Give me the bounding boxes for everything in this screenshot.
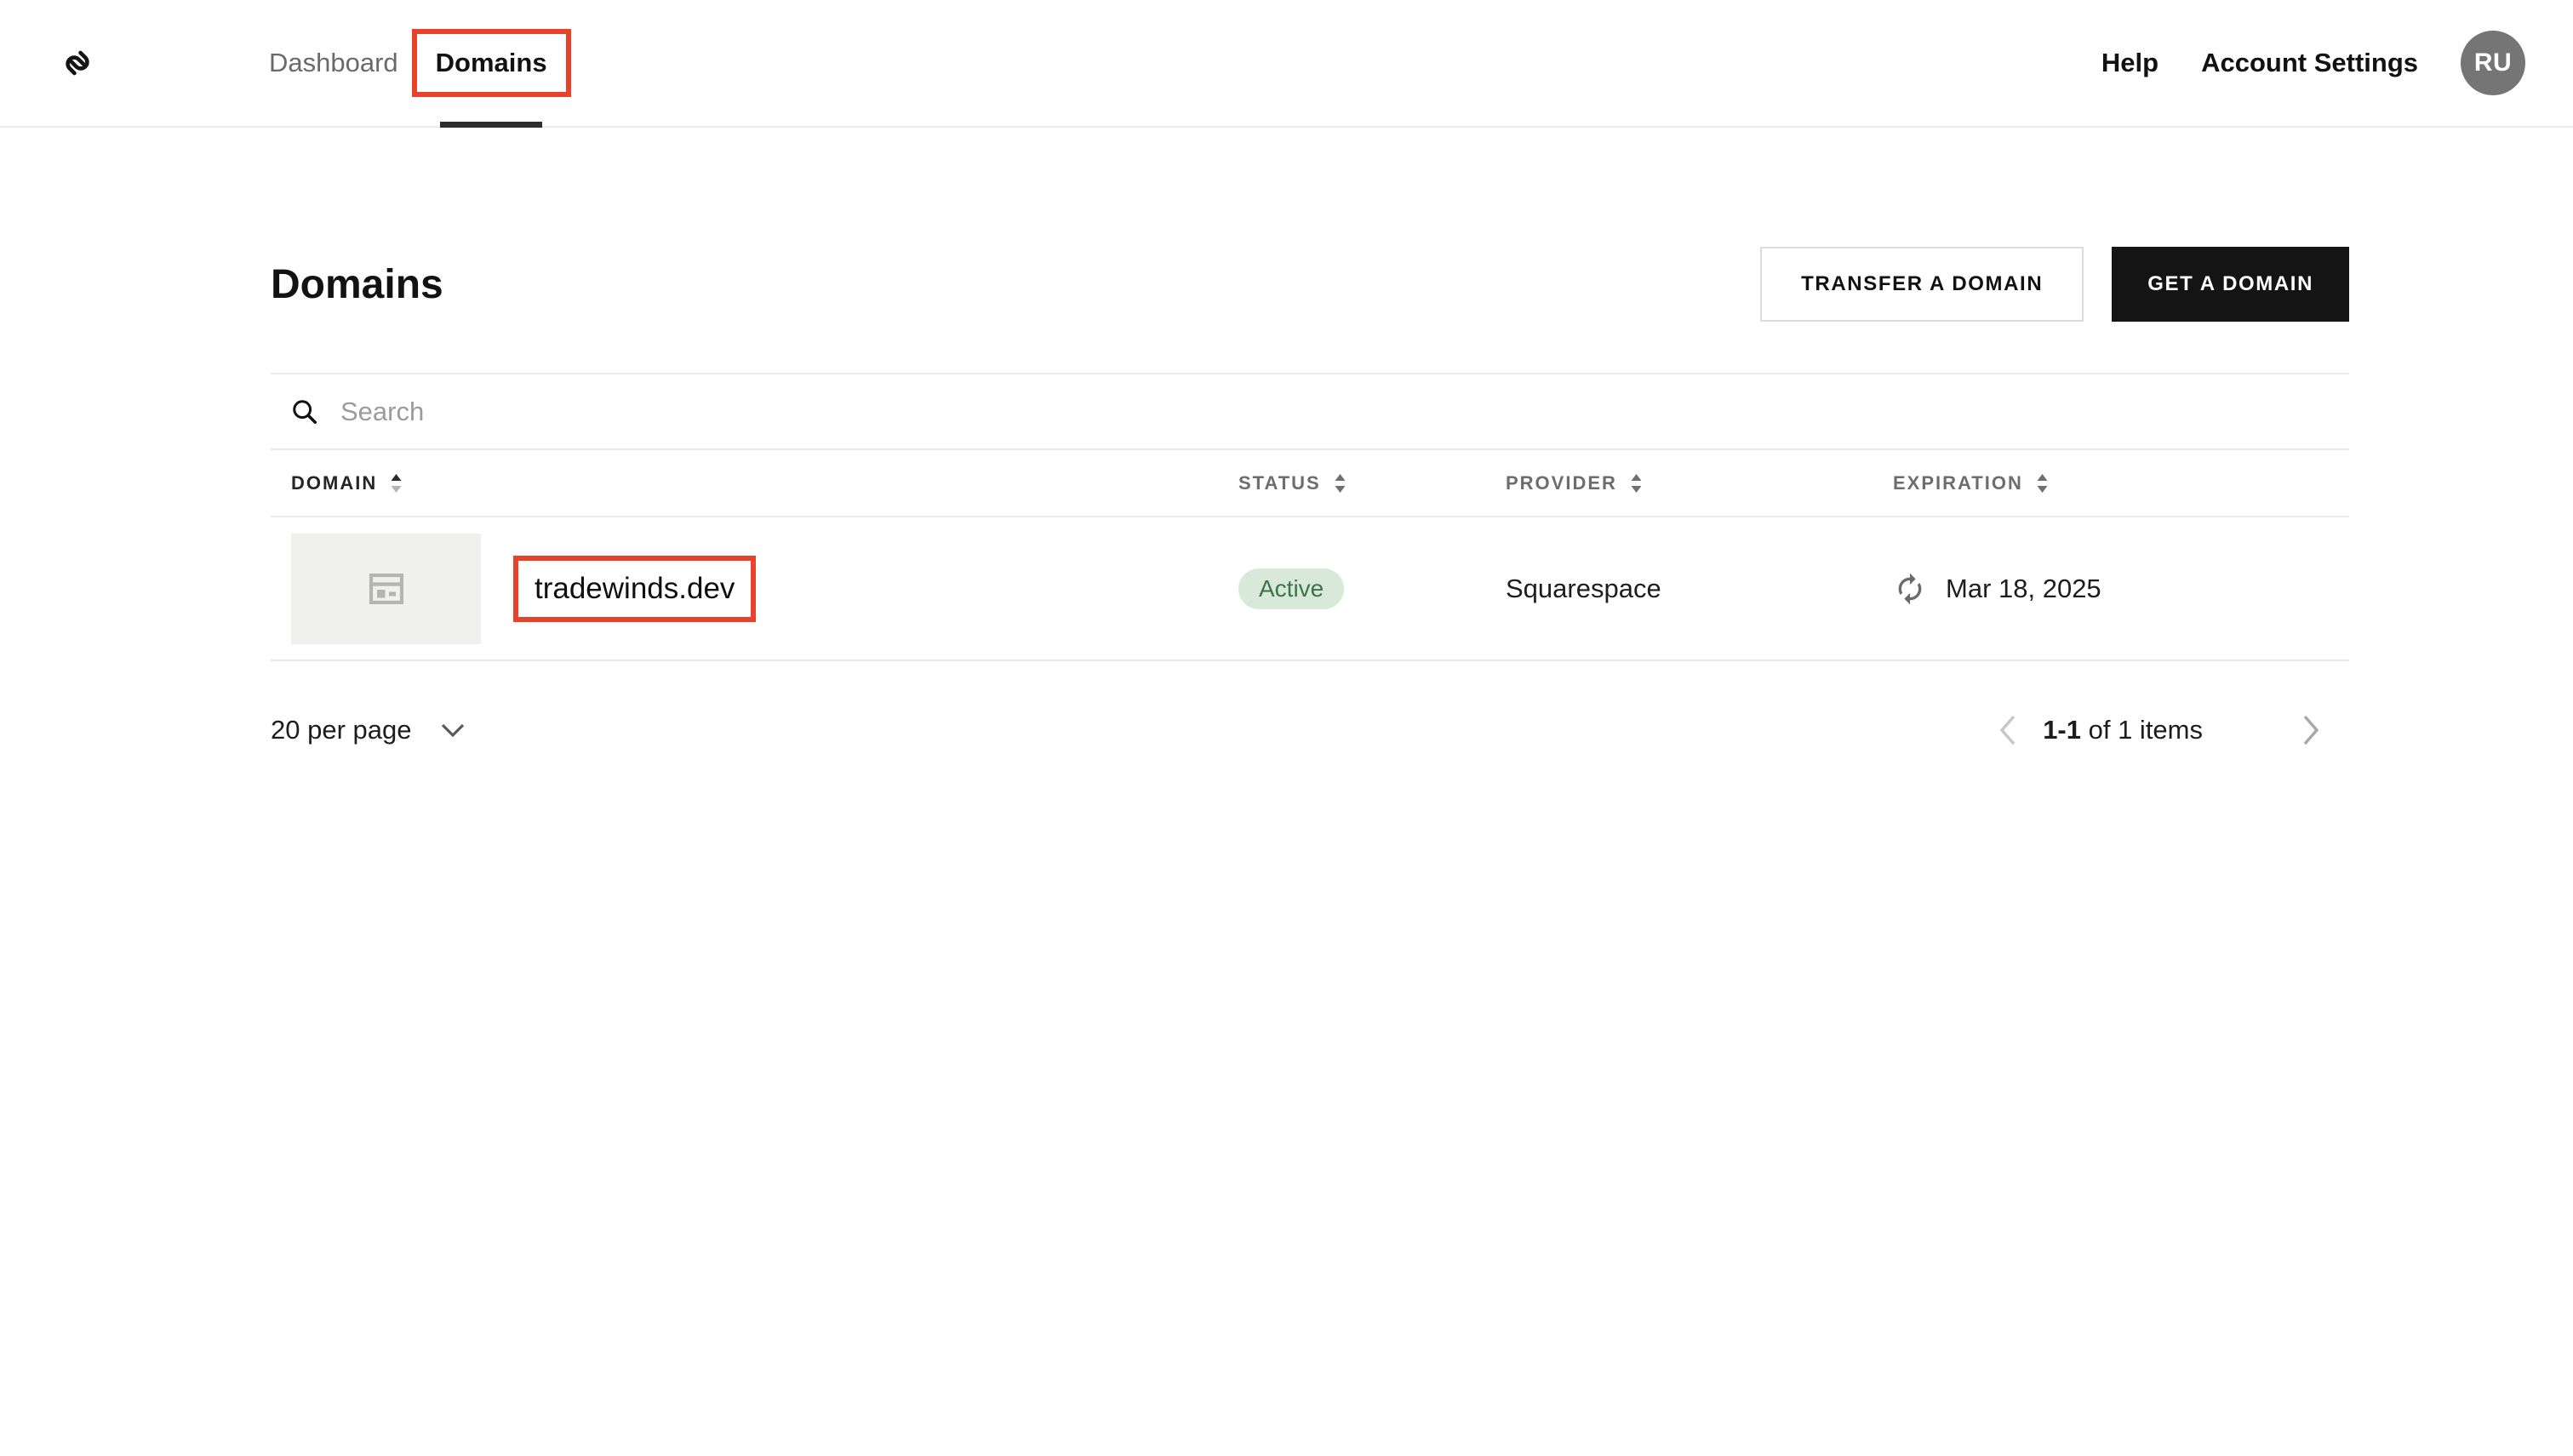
active-tab-underline — [440, 122, 543, 128]
provider-cell: Squarespace — [1506, 573, 1661, 603]
column-label-expiration: EXPIRATION — [1893, 471, 2023, 494]
pagination-range: 1-1 of 1 items — [2043, 715, 2203, 745]
annotation-box-domains-nav: Domains — [411, 29, 571, 97]
domain-link[interactable]: tradewinds.dev — [513, 555, 757, 622]
page-title: Domains — [271, 261, 443, 307]
column-header-status[interactable]: STATUS — [1238, 471, 1506, 495]
chevron-down-icon — [442, 723, 465, 738]
chevron-right-icon — [2303, 715, 2319, 745]
get-domain-button[interactable]: GET A DOMAIN — [2112, 247, 2349, 322]
sort-icon — [2037, 473, 2048, 493]
top-bar-right: Help Account Settings RU — [2101, 31, 2525, 95]
table-header: DOMAIN STATUS PROVIDER EXPIRATION — [271, 450, 2349, 517]
domain-name-text: tradewinds.dev — [535, 571, 735, 605]
next-page-button[interactable] — [2301, 713, 2320, 747]
pagination-range-current: 1-1 — [2043, 715, 2081, 745]
search-bar — [271, 373, 2349, 450]
squarespace-logo-glyph — [66, 50, 89, 76]
column-label-status: STATUS — [1238, 471, 1321, 494]
status-cell: Active — [1238, 568, 1506, 609]
site-thumbnail[interactable] — [291, 533, 481, 644]
search-icon — [291, 398, 318, 425]
per-page-selector[interactable]: 20 per page — [271, 715, 466, 745]
previous-page-button[interactable] — [1998, 713, 2017, 747]
search-input[interactable] — [340, 396, 1362, 427]
nav-domains-label: Domains — [435, 48, 547, 77]
table-row[interactable]: tradewinds.dev Active Squarespace Mar 18… — [271, 517, 2349, 661]
domain-cell: tradewinds.dev — [271, 533, 1238, 644]
account-settings-link[interactable]: Account Settings — [2201, 48, 2418, 78]
pagination-range-suffix: of 1 items — [2081, 715, 2203, 745]
avatar[interactable]: RU — [2461, 31, 2525, 95]
avatar-initials: RU — [2473, 49, 2513, 77]
nav-item-domains[interactable]: Domains — [411, 0, 571, 128]
auto-renew-icon — [1898, 573, 1922, 604]
pagination: 1-1 of 1 items — [1998, 713, 2320, 747]
domains-page: Domains TRANSFER A DOMAIN GET A DOMAIN D… — [271, 247, 2349, 760]
per-page-label: 20 per page — [271, 715, 412, 745]
help-link[interactable]: Help — [2101, 48, 2158, 78]
column-header-provider[interactable]: PROVIDER — [1506, 471, 1893, 495]
top-bar: Dashboard Domains Help Account Settings … — [0, 0, 2573, 128]
column-header-domain[interactable]: DOMAIN — [271, 471, 1238, 495]
transfer-domain-button[interactable]: TRANSFER A DOMAIN — [1760, 247, 2084, 322]
column-header-expiration[interactable]: EXPIRATION — [1893, 471, 2349, 495]
table-footer: 20 per page 1-1 of 1 items — [271, 700, 2349, 760]
expiration-date: Mar 18, 2025 — [1946, 573, 2101, 603]
sort-icon — [391, 473, 402, 493]
chevron-left-icon — [1999, 715, 2016, 745]
expiration-cell: Mar 18, 2025 — [1893, 572, 2349, 606]
page-actions: TRANSFER A DOMAIN GET A DOMAIN — [1760, 247, 2349, 322]
column-label-provider: PROVIDER — [1506, 471, 1617, 494]
annotation-box-domain-name: tradewinds.dev — [513, 555, 757, 622]
nav-item-dashboard[interactable]: Dashboard — [269, 0, 412, 126]
sort-icon — [1335, 473, 1346, 493]
status-badge: Active — [1238, 568, 1345, 609]
column-label-domain: DOMAIN — [291, 471, 378, 494]
title-row: Domains TRANSFER A DOMAIN GET A DOMAIN — [271, 247, 2349, 322]
nav-dashboard-label: Dashboard — [269, 48, 398, 77]
primary-nav: Dashboard Domains — [269, 0, 571, 128]
sort-icon — [1631, 473, 1642, 493]
browser-window-icon — [369, 573, 403, 604]
squarespace-logo-icon[interactable] — [56, 42, 99, 84]
